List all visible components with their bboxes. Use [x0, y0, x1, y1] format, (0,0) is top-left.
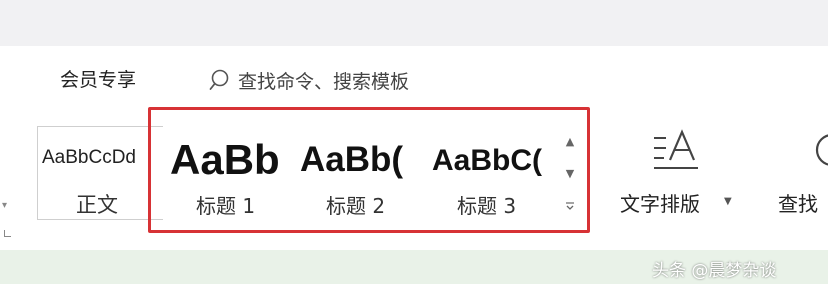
title-bar — [0, 0, 828, 46]
tab-member-exclusive[interactable]: 会员专享 — [60, 67, 136, 93]
style-heading-1[interactable]: AaBb 标题 1 — [170, 130, 292, 224]
gallery-expand-icon[interactable] — [560, 196, 580, 216]
find-label: 查找 — [778, 192, 818, 216]
command-search[interactable]: 查找命令、搜索模板 — [208, 67, 409, 93]
search-placeholder: 查找命令、搜索模板 — [238, 70, 410, 93]
chevron-down-icon[interactable]: ▼ — [560, 164, 580, 184]
text-layout-label: 文字排版 — [620, 192, 700, 216]
style-heading-2[interactable]: AaBb( 标题 2 — [300, 130, 424, 224]
style-normal-label: 正文 — [76, 193, 118, 217]
text-layout-icon — [654, 129, 698, 169]
style-gallery-scroll: ▲ ▼ — [560, 130, 580, 220]
find-icon — [815, 134, 828, 166]
style-normal[interactable]: AaBbCcDd 正文 — [37, 126, 163, 220]
style-heading-1-sample: AaBb — [170, 136, 280, 183]
chevron-down-icon: ▾ — [2, 200, 8, 211]
text-layout-button[interactable]: 文字排版 ▼ — [614, 126, 739, 222]
style-heading-3[interactable]: AaBbC( 标题 3 — [432, 130, 552, 224]
style-heading-3-label: 标题 3 — [457, 194, 517, 218]
style-heading-2-label: 标题 2 — [326, 194, 386, 218]
watermark: 头条 @晨梦杂谈 — [652, 261, 777, 281]
style-heading-1-label: 标题 1 — [196, 194, 256, 218]
style-heading-3-sample: AaBbC( — [432, 144, 542, 177]
style-normal-sample: AaBbCcDd — [42, 147, 136, 168]
style-heading-2-sample: AaBb( — [300, 140, 404, 179]
dialog-launcher-icon[interactable] — [4, 230, 11, 237]
find-button[interactable]: 查找 — [776, 126, 828, 222]
dropdown-caret-icon: ▼ — [724, 196, 732, 207]
search-icon — [209, 69, 229, 90]
chevron-up-icon[interactable]: ▲ — [560, 132, 580, 152]
